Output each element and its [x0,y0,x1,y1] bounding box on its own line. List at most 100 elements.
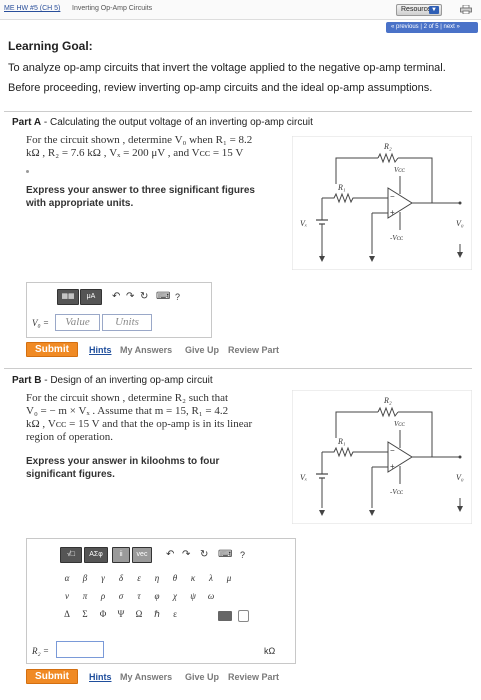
goal-heading: Learning Goal: [8,39,93,53]
greek-key[interactable]: δ [112,573,130,583]
svg-text:−: − [390,192,395,201]
circuit-diagram-a: R₂ R₁ − + Vᴄᴄ -Vᴄᴄ Vₓ V₀ [292,136,472,270]
greek-row-1: αβγδεηθκλμ [58,573,238,583]
greek-key[interactable]: β [76,573,94,583]
part-a-question-line2: kΩ , R₂ = 7.6 kΩ , Vₓ = 200 μV , and Vᴄᴄ… [26,147,244,159]
submit-button-a[interactable]: Submit [26,342,78,357]
greek-key[interactable]: χ [166,591,184,601]
template-button-a[interactable]: ▦▦ [57,289,79,305]
value-input[interactable]: Value [55,314,100,331]
vs-label: Vₓ [300,219,307,228]
greek-key[interactable]: Φ [94,609,112,619]
r2-answer-label: R₂ = [32,646,49,656]
resources-button[interactable]: Resources ▼ [396,4,442,16]
greek-key[interactable]: Ψ [112,609,130,619]
part-b-question-line4: region of operation. [26,431,114,443]
dropdown-arrow-icon: ▼ [429,6,439,14]
matrix-button[interactable]: ii [112,547,130,563]
my-answers-link-b[interactable]: My Answers [120,672,172,682]
r2-answer-input[interactable] [56,641,104,658]
units-kohm-label: kΩ [264,646,276,656]
neg-vcc-label: -Vᴄᴄ [390,488,404,496]
greek-key[interactable]: ρ [94,591,112,601]
greek-key[interactable]: θ [166,573,184,583]
part-a-question-line1: For the circuit shown , determine V₀ whe… [26,134,253,146]
greek-key[interactable]: ℏ [148,609,166,620]
help-icon[interactable]: ? [240,549,245,561]
help-icon[interactable]: ? [175,291,180,303]
greek-button[interactable]: AΣφ [84,547,108,563]
greek-key[interactable]: ε [166,609,184,619]
greek-key[interactable]: π [76,591,94,601]
keyboard-icon[interactable]: ⌨ [156,291,170,303]
part-b-heading: - Design of an inverting op-amp circuit [41,375,213,386]
part-b-question-line1: For the circuit shown , determine R₂ suc… [26,392,229,404]
review-part-link-b[interactable]: Review Part [228,672,279,682]
greek-key[interactable]: μ [220,573,238,583]
greek-key[interactable]: Ω [130,609,148,619]
greek-key[interactable]: ν [58,591,76,601]
divider [4,368,472,369]
greek-key[interactable]: γ [94,573,112,583]
greek-key[interactable]: ε [130,573,148,583]
r1-label: R₁ [337,183,346,192]
hints-link-b[interactable]: Hints [89,672,112,682]
greek-key[interactable]: ψ [184,591,202,601]
part-b-question-line3: kΩ , Vᴄᴄ = 15 V and that the op-amp is i… [26,418,253,430]
greek-key[interactable]: η [148,573,166,583]
sqrt-template-button[interactable]: √□ [60,547,82,563]
greek-key[interactable]: α [58,573,76,583]
vector-button[interactable]: vec [132,547,152,563]
undo-icon[interactable]: ↶ [112,291,120,303]
greek-key[interactable]: φ [148,591,166,601]
give-up-link-a[interactable]: Give Up [185,345,219,355]
part-a-heading: - Calculating the output voltage of an i… [41,117,313,128]
part-b-title: Part B - Design of an inverting op-amp c… [12,375,213,386]
redo-icon[interactable]: ↷ [126,291,134,303]
r2-label: R₂ [383,142,392,151]
greek-key[interactable]: λ [202,573,220,583]
part-a-instruction-line1: Express your answer to three significant… [26,185,255,196]
units-input[interactable]: Units [102,314,152,331]
keyboard-icon[interactable]: ⌨ [218,549,232,561]
circuit-diagram-b: R₂ R₁ − + Vᴄᴄ -Vᴄᴄ Vₓ V₀ [292,390,472,524]
greek-key[interactable]: Δ [58,609,76,619]
give-up-link-b[interactable]: Give Up [185,672,219,682]
bullet-dot [26,170,29,173]
submit-button-b[interactable]: Submit [26,669,78,684]
greek-row-2: νπρστφχψω [58,591,220,601]
top-bar: ME HW #5 (CH 5) Inverting Op-Amp Circuit… [0,0,481,20]
assignment-title: Inverting Op-Amp Circuits [72,5,153,12]
undo-icon[interactable]: ↶ [166,549,174,561]
delete-key-icon[interactable] [218,611,232,621]
greek-key[interactable]: ω [202,591,220,601]
greek-key[interactable]: τ [130,591,148,601]
greek-row-3: ΔΣΦΨΩℏε [58,609,184,620]
divider [4,111,472,112]
svg-text:−: − [390,446,395,455]
greek-key[interactable]: Σ [76,609,94,619]
my-answers-link-a[interactable]: My Answers [120,345,172,355]
reset-icon[interactable]: ↻ [140,291,148,303]
svg-text:+: + [390,208,395,217]
print-icon[interactable] [460,5,472,14]
part-a-title: Part A - Calculating the output voltage … [12,117,313,128]
part-b-instruction-line1: Express your answer in kiloohms to four [26,456,220,467]
v0-answer-label: V₀ = [32,318,49,328]
units-mu-button[interactable]: μA [80,289,102,305]
vcc-label: Vᴄᴄ [394,420,405,428]
reset-icon[interactable]: ↻ [200,549,208,561]
r1-label: R₁ [337,437,346,446]
breadcrumb-link[interactable]: ME HW #5 (CH 5) [4,5,60,12]
hints-link-a[interactable]: Hints [89,345,112,355]
greek-key[interactable]: κ [184,573,202,583]
vo-label: V₀ [456,473,464,482]
greek-key[interactable]: σ [112,591,130,601]
redo-icon[interactable]: ↷ [182,549,190,561]
part-b-label: Part B [12,375,42,386]
clear-icon[interactable] [238,610,249,622]
part-b-question-line2: V₀ = − m × Vₓ . Assume that m = 15, R₁ =… [26,405,229,417]
goal-text: To analyze op-amp circuits that invert t… [8,62,446,74]
review-part-link-a[interactable]: Review Part [228,345,279,355]
pager[interactable]: « previous | 2 of 5 | next » [386,22,478,33]
